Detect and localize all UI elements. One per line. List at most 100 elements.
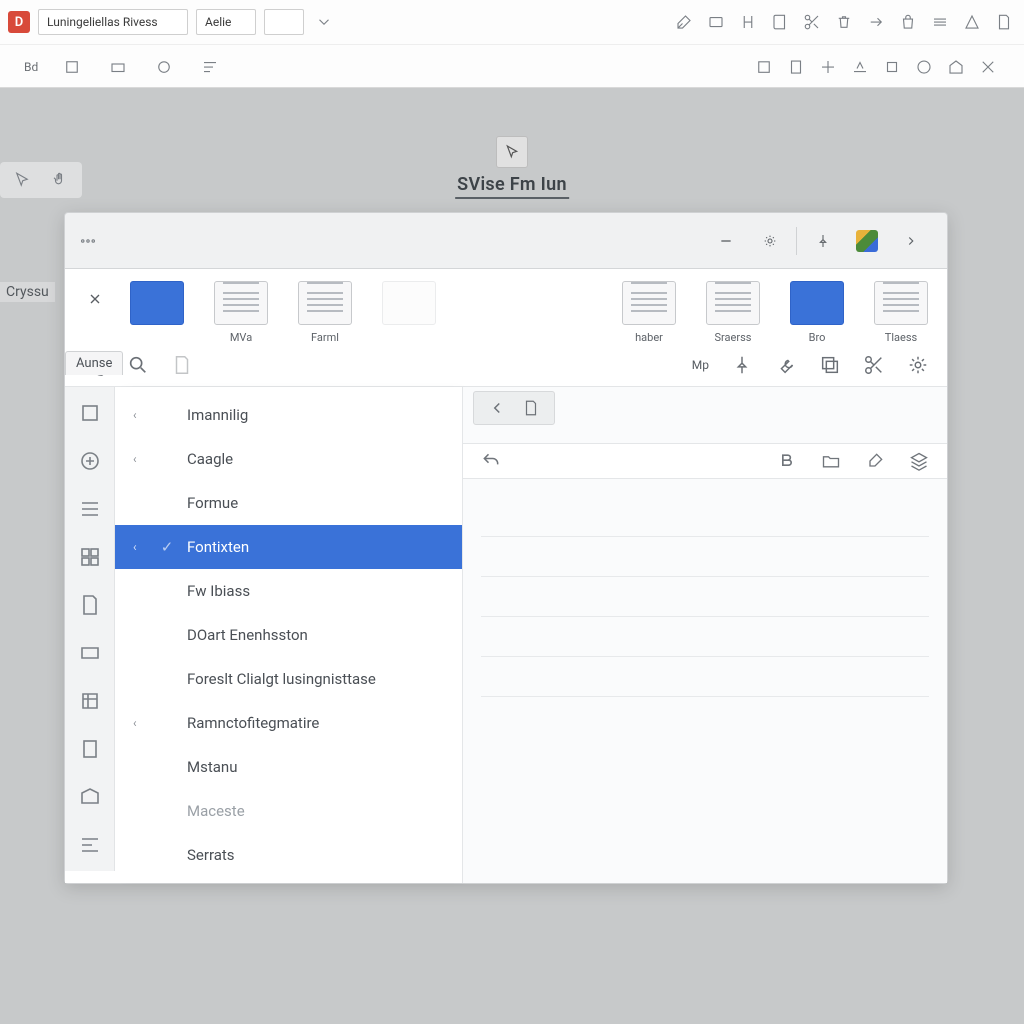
window-settings-button[interactable]	[748, 223, 792, 259]
menu-item-label: Caagle	[187, 450, 233, 468]
menu-item[interactable]: Formue	[115, 481, 462, 525]
window-minimize-button[interactable]	[704, 223, 748, 259]
template-card[interactable]	[381, 281, 437, 344]
rail-item-icon[interactable]	[78, 737, 102, 761]
wrench-icon[interactable]	[775, 354, 797, 376]
menu-item[interactable]: ‹ Caagle	[115, 437, 462, 481]
template-card[interactable]: Tlaess	[873, 281, 929, 344]
toolbar-icon[interactable]	[816, 55, 840, 79]
list-item[interactable]	[481, 657, 929, 697]
doc-icon	[522, 399, 540, 417]
toolbar-icon[interactable]	[152, 55, 176, 79]
rail-item-icon[interactable]	[78, 401, 102, 425]
toolbar-icon[interactable]	[752, 55, 776, 79]
menu-item-label: Fontixten	[187, 538, 249, 556]
shape-icon[interactable]	[960, 10, 984, 34]
menu-item-label: Mstanu	[187, 758, 237, 776]
undo-icon[interactable]	[481, 451, 501, 471]
address-field-3[interactable]	[264, 9, 304, 35]
menu-item[interactable]: ‹ Ramnctofitegmatire	[115, 701, 462, 745]
template-label: Tlaess	[885, 331, 917, 344]
template-card[interactable]: haber	[621, 281, 677, 344]
close-icon[interactable]	[83, 287, 107, 311]
toolbar-icon[interactable]	[848, 55, 872, 79]
book-icon[interactable]	[768, 10, 792, 34]
template-card[interactable]: Farml	[297, 281, 353, 344]
layers-icon[interactable]	[909, 451, 929, 471]
rail-item-icon[interactable]	[78, 641, 102, 665]
rail-item-icon[interactable]	[78, 593, 102, 617]
menu-item-label: DOart Enenhsston	[187, 626, 308, 644]
toolbar-icon[interactable]	[198, 55, 222, 79]
bold-icon[interactable]	[777, 451, 797, 471]
tool-icon[interactable]	[672, 10, 696, 34]
address-field-2[interactable]: Aelie	[196, 9, 256, 35]
menu-item[interactable]: Maceste	[115, 789, 462, 833]
menu-item-selected[interactable]: ‹ ✓ Fontixten	[115, 525, 462, 569]
cog-icon[interactable]	[907, 354, 929, 376]
list-item[interactable]	[481, 617, 929, 657]
menu-item-label: Serrats	[187, 846, 235, 864]
hand-icon[interactable]	[48, 168, 72, 192]
check-icon: ✓	[159, 538, 175, 556]
toolbar-icon[interactable]	[784, 55, 808, 79]
menu-item[interactable]: ‹ Imannilig	[115, 393, 462, 437]
rail-item-icon[interactable]	[78, 785, 102, 809]
template-card[interactable]: Bro	[789, 281, 845, 344]
toolbar-icon[interactable]	[60, 55, 84, 79]
preview-list	[481, 497, 929, 869]
chevron-left-icon: ‹	[133, 540, 147, 554]
tool-icon[interactable]	[704, 10, 728, 34]
pin-icon[interactable]	[801, 223, 845, 259]
template-label: Bro	[809, 331, 826, 344]
list-item[interactable]	[481, 537, 929, 577]
tool-icon[interactable]	[736, 10, 760, 34]
list-item[interactable]	[481, 497, 929, 537]
rail-item-icon[interactable]	[78, 689, 102, 713]
menu-item[interactable]: Fw Ibiass	[115, 569, 462, 613]
document-icon[interactable]	[171, 354, 193, 376]
bag-icon[interactable]	[896, 10, 920, 34]
template-thumb-icon	[706, 281, 760, 325]
rail-item-icon[interactable]	[78, 833, 102, 857]
folder-icon[interactable]	[821, 451, 841, 471]
template-card[interactable]: MVa	[213, 281, 269, 344]
toolbar-icon[interactable]	[912, 55, 936, 79]
menu-item[interactable]: Mstanu	[115, 745, 462, 789]
cursor-icon[interactable]	[10, 168, 34, 192]
menu-dots-icon[interactable]	[79, 232, 97, 250]
app-badge[interactable]: D	[8, 11, 30, 33]
icon-rail	[65, 387, 115, 871]
address-field-1[interactable]: Luningeliellas Rivess	[38, 9, 188, 35]
scissors-icon[interactable]	[800, 10, 824, 34]
toolbar-icon[interactable]	[944, 55, 968, 79]
copy-icon[interactable]	[819, 354, 841, 376]
menu-item[interactable]: Foreslt Clialgt lusingnisttase	[115, 657, 462, 701]
arrow-right-icon[interactable]	[864, 10, 888, 34]
menu-item[interactable]: Serrats	[115, 833, 462, 877]
trash-icon[interactable]	[832, 10, 856, 34]
pin-icon[interactable]	[731, 354, 753, 376]
cut-icon[interactable]	[863, 354, 885, 376]
toolbar-icon[interactable]	[106, 55, 130, 79]
dialog-titlebar	[65, 213, 947, 269]
stack-icon[interactable]	[928, 10, 952, 34]
dropdown-icon[interactable]	[312, 10, 336, 34]
search-icon[interactable]	[127, 354, 149, 376]
dialog-split: Aunse	[65, 387, 947, 883]
brush-icon[interactable]	[865, 451, 885, 471]
toolbar-icon[interactable]	[880, 55, 904, 79]
chevron-right-icon[interactable]	[889, 223, 933, 259]
template-card[interactable]	[129, 281, 185, 344]
preview-tab[interactable]	[473, 391, 555, 425]
rail-item-icon[interactable]	[78, 497, 102, 521]
page-icon[interactable]	[992, 10, 1016, 34]
template-dialog: MVa Farml haber	[64, 212, 948, 884]
theme-swatch[interactable]	[845, 223, 889, 259]
rail-item-icon[interactable]	[78, 449, 102, 473]
list-item[interactable]	[481, 577, 929, 617]
toolbar-icon[interactable]	[976, 55, 1000, 79]
menu-item[interactable]: DOart Enenhsston	[115, 613, 462, 657]
rail-item-icon[interactable]	[78, 545, 102, 569]
template-card[interactable]: Sraerss	[705, 281, 761, 344]
